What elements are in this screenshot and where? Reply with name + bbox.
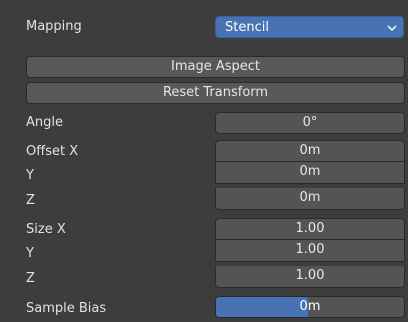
sample-bias-slider[interactable]: 0m — [215, 296, 405, 318]
size-y-label: Y — [26, 246, 34, 261]
offset-x-field[interactable]: 0m — [215, 140, 405, 162]
chevron-down-icon — [387, 25, 397, 32]
angle-label: Angle — [26, 115, 63, 130]
sample-bias-value: 0m — [299, 299, 321, 314]
size-z-label: Z — [26, 271, 35, 286]
sample-bias-label: Sample Bias — [26, 301, 107, 316]
texture-mapping-panel: Mapping Stencil Image Aspect Reset Trans… — [0, 0, 408, 322]
angle-field[interactable]: 0° — [215, 112, 405, 134]
offset-y-label: Y — [26, 168, 34, 183]
size-z-field[interactable]: 1.00 — [215, 266, 405, 288]
size-x-label: Size X — [26, 222, 66, 237]
size-y-field[interactable]: 1.00 — [215, 240, 405, 262]
image-aspect-button[interactable]: Image Aspect — [26, 56, 405, 78]
offset-y-field[interactable]: 0m — [215, 162, 405, 184]
mapping-dropdown[interactable]: Stencil — [215, 16, 404, 38]
offset-z-label: Z — [26, 193, 35, 208]
mapping-label: Mapping — [26, 19, 82, 34]
reset-transform-button[interactable]: Reset Transform — [26, 82, 405, 104]
size-x-field[interactable]: 1.00 — [215, 218, 405, 240]
offset-x-label: Offset X — [26, 144, 79, 159]
mapping-dropdown-value: Stencil — [225, 20, 269, 35]
offset-z-field[interactable]: 0m — [215, 188, 405, 210]
